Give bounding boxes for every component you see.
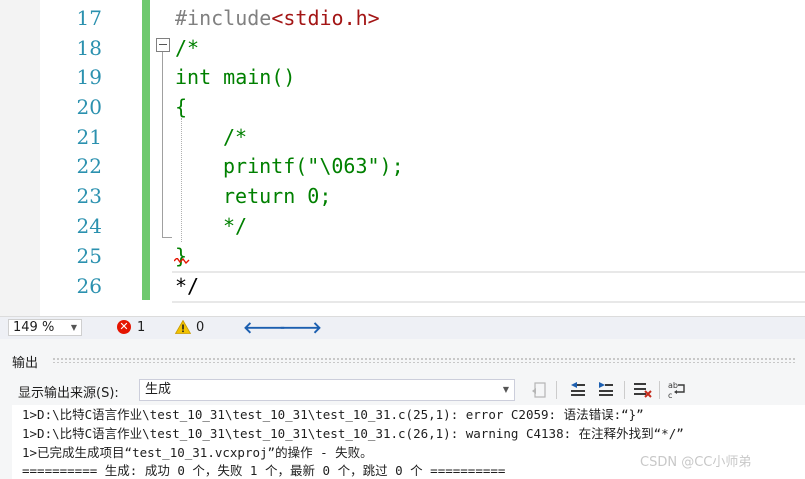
line-number: 24 xyxy=(76,214,102,238)
code-line-include[interactable]: #include<stdio.h> xyxy=(175,3,380,33)
line-number: 19 xyxy=(76,65,102,89)
line-number: 21 xyxy=(76,125,102,149)
code-line[interactable]: /* xyxy=(175,33,199,63)
error-icon[interactable]: ✕ xyxy=(117,320,131,334)
code-line[interactable]: int main() xyxy=(175,62,295,92)
code-line[interactable]: /* xyxy=(223,122,247,152)
collapse-icon[interactable] xyxy=(156,38,170,52)
code-editor[interactable]: 17 18 19 20 21 22 23 24 25 26 #include<s… xyxy=(0,0,805,316)
line-number: 23 xyxy=(76,184,102,208)
arrow-right-icon[interactable]: 🡒 xyxy=(279,319,322,337)
svg-text:ab: ab xyxy=(668,381,678,390)
output-source-value: 生成 xyxy=(145,382,172,397)
current-line-highlight xyxy=(172,271,805,303)
line-number: 26 xyxy=(76,274,102,298)
warning-icon[interactable] xyxy=(175,320,191,334)
toolbar-separator xyxy=(556,381,557,399)
error-squiggle xyxy=(174,258,190,264)
warning-count[interactable]: 0 xyxy=(196,319,204,337)
output-line: 1>D:\比特C语言作业\test_10_31\test_10_31\test_… xyxy=(22,426,684,441)
code-line[interactable]: { xyxy=(175,92,187,122)
word-wrap-icon[interactable]: ab c xyxy=(666,379,688,401)
preprocessor-directive: #include xyxy=(175,6,272,30)
output-line: 1>D:\比特C语言作业\test_10_31\test_10_31\test_… xyxy=(22,407,644,422)
editor-status-bar: 149 % ▼ ✕ 1 0 🡐 🡒 xyxy=(0,316,805,339)
panel-title-grip[interactable] xyxy=(52,357,797,363)
indent-guide xyxy=(181,118,182,242)
code-line[interactable]: return 0; xyxy=(223,181,331,211)
include-header: <stdio.h> xyxy=(271,6,380,30)
error-count[interactable]: 1 xyxy=(137,319,145,337)
fold-guide-line xyxy=(162,52,163,237)
code-line[interactable]: } xyxy=(175,241,187,271)
find-message-icon[interactable] xyxy=(529,379,551,401)
output-source-dropdown[interactable]: 生成 ▼ xyxy=(139,379,515,401)
line-number: 17 xyxy=(76,6,102,30)
clear-all-icon[interactable] xyxy=(631,379,653,401)
output-line: ========== 生成: 成功 0 个，失败 1 个，最新 0 个，跳过 0… xyxy=(22,463,506,478)
panel-title: 输出 xyxy=(12,356,39,371)
watermark: CSDN @CC小师弟 xyxy=(640,455,752,470)
line-number: 22 xyxy=(76,154,102,178)
zoom-dropdown[interactable]: 149 % ▼ xyxy=(8,319,82,336)
code-line[interactable]: */ xyxy=(175,271,199,301)
line-number: 20 xyxy=(76,95,102,119)
previous-message-icon[interactable] xyxy=(567,379,589,401)
change-tracking-bar xyxy=(142,0,150,300)
line-number: 18 xyxy=(76,36,102,60)
line-number: 25 xyxy=(76,244,102,268)
output-source-label: 显示输出来源(S): xyxy=(18,386,119,401)
code-line[interactable]: printf("\063"); xyxy=(223,151,404,181)
toolbar-separator xyxy=(624,381,625,399)
next-message-icon[interactable] xyxy=(595,379,617,401)
chevron-down-icon: ▼ xyxy=(70,323,77,332)
fold-guide-end xyxy=(162,237,172,238)
chevron-down-icon: ▼ xyxy=(502,385,509,394)
zoom-value: 149 % xyxy=(13,320,55,335)
svg-text:c: c xyxy=(668,391,672,400)
code-line[interactable]: */ xyxy=(223,211,247,241)
editor-margin xyxy=(0,0,40,316)
toolbar-separator xyxy=(659,381,660,399)
output-line: 1>已完成生成项目“test_10_31.vcxproj”的操作 - 失败。 xyxy=(22,445,373,460)
